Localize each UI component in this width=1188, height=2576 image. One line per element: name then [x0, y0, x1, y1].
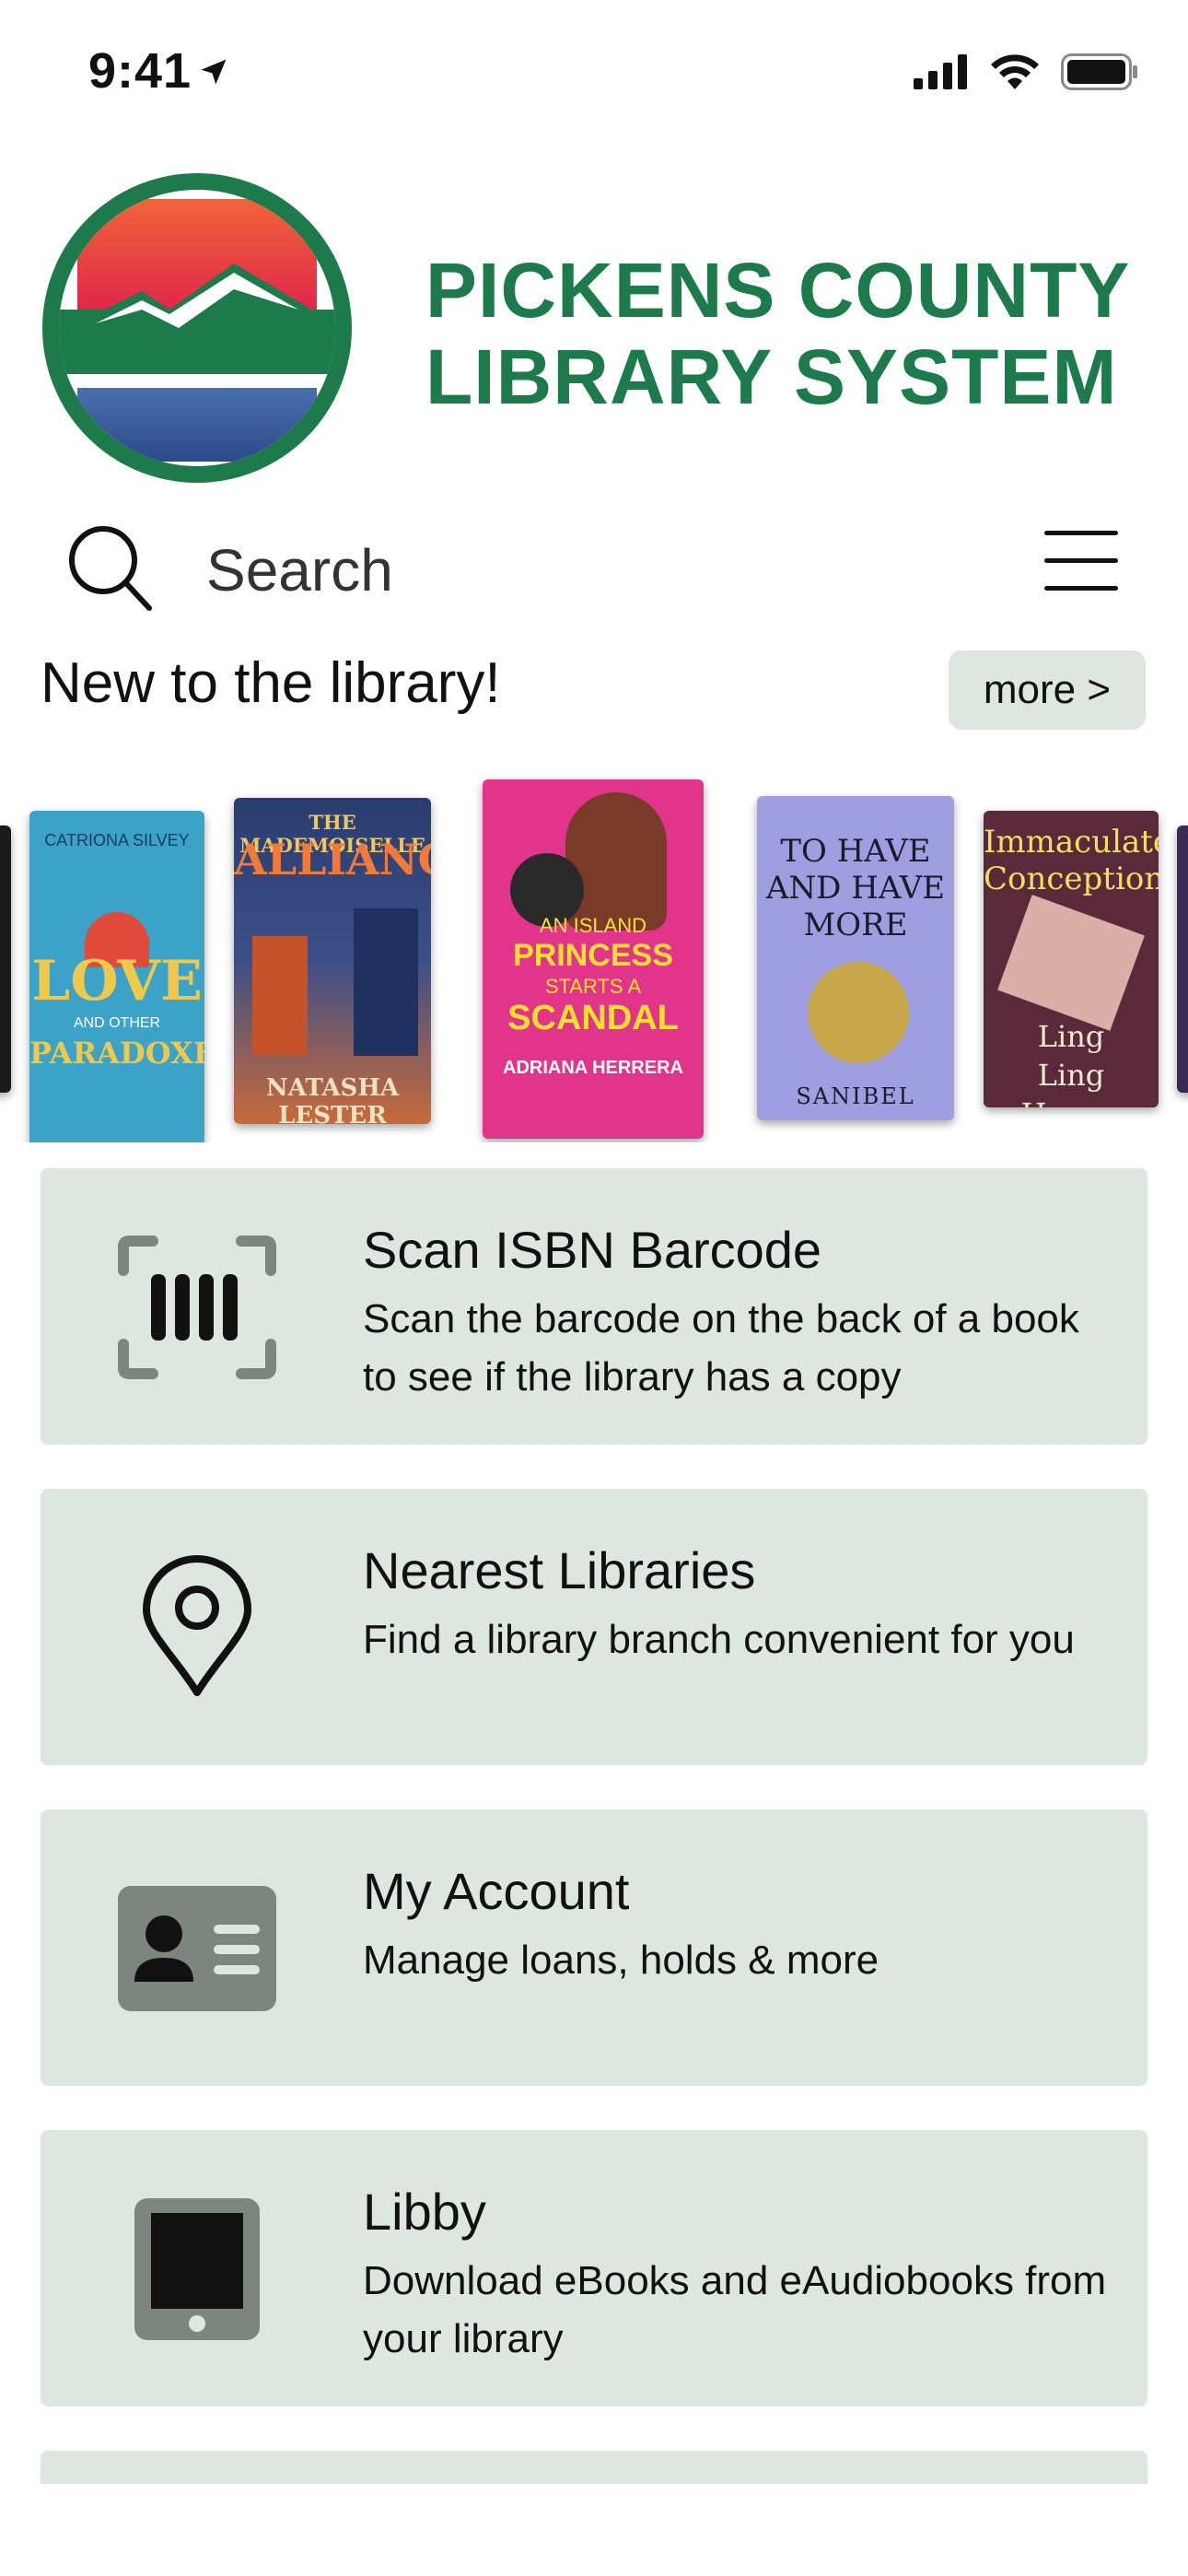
- brand-name: PICKENS COUNTY LIBRARY SYSTEM: [425, 247, 1130, 420]
- book-title-mid: Conception: [984, 861, 1159, 897]
- search-icon[interactable]: [64, 521, 157, 614]
- card-title: My Account: [363, 1862, 630, 1920]
- hamburger-menu-icon[interactable]: [1044, 531, 1118, 595]
- partial-card[interactable]: [41, 2451, 1147, 2484]
- id-card-icon: [114, 1870, 280, 2027]
- book-title-mid: AND HAVE: [765, 870, 946, 907]
- search-bar[interactable]: Search: [0, 507, 1188, 626]
- libby-card[interactable]: Libby Download eBooks and eAudiobooks fr…: [41, 2130, 1147, 2406]
- book-title-mid: STARTS A: [544, 975, 642, 998]
- card-title: Libby: [363, 2183, 486, 2241]
- book-cover[interactable]: CATRIONA SILVEY LOVE AND OTHER PARADOXES: [29, 811, 204, 1142]
- wifi-icon: [991, 54, 1039, 89]
- book-title-end: PARADOXES: [29, 1036, 204, 1071]
- card-description: Scan the barcode on the back of a book t…: [363, 1296, 1079, 1399]
- book-title-top: Immaculate: [984, 824, 1159, 861]
- search-input[interactable]: Search: [206, 536, 393, 604]
- status-icons: [914, 53, 1138, 90]
- book-author: ADRIANA HERRERA: [503, 1058, 683, 1078]
- book-cover[interactable]: AN ISLAND PRINCESS STARTS A SCANDAL ADRI…: [483, 779, 704, 1139]
- book-title: LOVE: [31, 949, 203, 1013]
- book-cover-partial-left[interactable]: [0, 825, 11, 1093]
- tablet-icon: [114, 2191, 280, 2348]
- status-bar: 9:41: [0, 0, 1188, 147]
- book-carousel[interactable]: CATRIONA SILVEY LOVE AND OTHER PARADOXES…: [0, 774, 1188, 1142]
- book-title-end: SCANDAL: [507, 999, 679, 1037]
- book-title-top: TO HAVE: [780, 833, 931, 870]
- status-time: 9:41: [88, 43, 192, 99]
- scan-isbn-card[interactable]: Scan ISBN Barcode Scan the barcode on th…: [41, 1168, 1147, 1445]
- book-author: CATRIONA SILVEY: [44, 831, 190, 849]
- logo-emblem-icon: [42, 173, 352, 483]
- book-author: SANIBEL: [796, 1083, 915, 1109]
- card-title: Scan ISBN Barcode: [363, 1221, 822, 1279]
- library-logo: [41, 171, 354, 485]
- map-pin-icon: [114, 1550, 280, 1706]
- book-cover[interactable]: Immaculate Conception Ling Ling Huang: [984, 811, 1159, 1107]
- new-to-library-heading: New to the library!: [41, 651, 501, 715]
- nearest-libraries-card[interactable]: Nearest Libraries Find a library branch …: [41, 1489, 1147, 1765]
- book-title-top: AN ISLAND: [539, 914, 647, 937]
- book-author: Ling Ling Huang: [1021, 1019, 1122, 1107]
- book-title-end: MORE: [803, 907, 908, 943]
- brand-line-1: PICKENS COUNTY: [425, 247, 1131, 334]
- card-description: Download eBooks and eAudiobooks from you…: [363, 2258, 1107, 2361]
- card-description: Manage loans, holds & more: [363, 1938, 879, 1983]
- book-cover[interactable]: THE MADEMOISELLE ALLIANCE NATASHA LESTER: [234, 798, 431, 1124]
- card-description: Find a library branch convenient for you: [363, 1617, 1075, 1662]
- more-button[interactable]: more >: [949, 650, 1146, 730]
- location-arrow-icon: [201, 59, 227, 85]
- cellular-signal-icon: [914, 54, 967, 89]
- book-author: NATASHA LESTER: [265, 1074, 400, 1124]
- book-title: ALLIANCE: [234, 835, 431, 884]
- card-title: Nearest Libraries: [363, 1541, 756, 1599]
- book-cover-partial-right[interactable]: [1177, 825, 1188, 1093]
- brand-line-2: LIBRARY SYSTEM: [425, 334, 1118, 420]
- book-title: PRINCESS: [513, 938, 673, 973]
- my-account-card[interactable]: My Account Manage loans, holds & more: [41, 1809, 1147, 2086]
- book-cover[interactable]: TO HAVE AND HAVE MORE SANIBEL: [757, 796, 954, 1120]
- barcode-scan-icon: [114, 1229, 280, 1386]
- book-title-mid: AND OTHER: [73, 1015, 161, 1031]
- battery-icon: [1061, 53, 1137, 90]
